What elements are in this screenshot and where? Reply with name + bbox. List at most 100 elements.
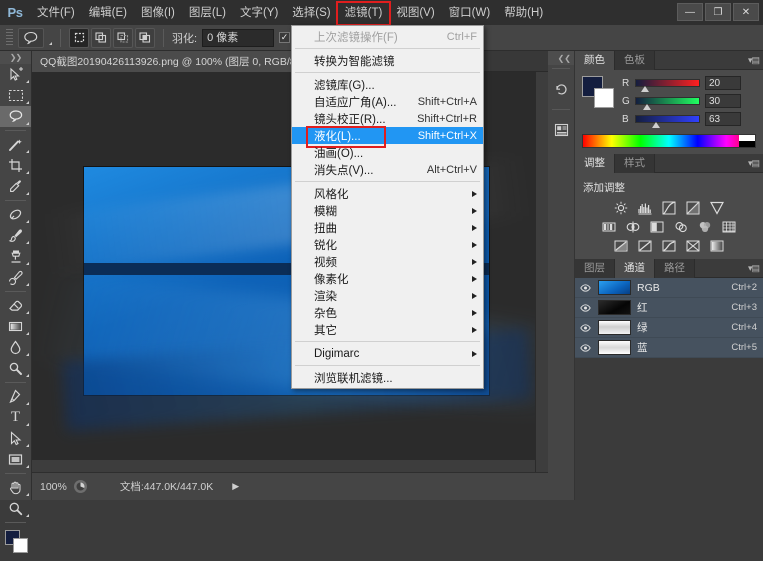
status-menu-arrow[interactable]: ▶	[232, 481, 239, 492]
tool-flyout-indicator[interactable]	[26, 353, 29, 356]
history-brush-tool[interactable]	[0, 267, 31, 288]
menu-2[interactable]: 图像(I)	[134, 2, 182, 24]
antialias-checkbox[interactable]: ✓	[279, 32, 290, 43]
filter-menu-item-2[interactable]: 转换为智能滤镜	[292, 52, 483, 69]
lasso-tool[interactable]	[0, 106, 31, 127]
filter-menu-item-16[interactable]: 像素化	[292, 270, 483, 287]
panel-menu-icon[interactable]: ▾▤	[748, 158, 759, 169]
add-to-selection-button[interactable]	[91, 28, 111, 48]
selective-color-icon[interactable]	[685, 238, 702, 253]
tool-flyout-indicator[interactable]	[26, 262, 29, 265]
blur-tool[interactable]	[0, 337, 31, 358]
channel-row[interactable]: RGBCtrl+2	[575, 278, 763, 298]
filter-menu-item-8[interactable]: 油画(O)...	[292, 144, 483, 161]
tool-flyout-indicator[interactable]	[26, 374, 29, 377]
type-tool[interactable]: T	[0, 407, 31, 428]
minimize-button[interactable]: —	[677, 3, 703, 21]
tool-flyout-indicator[interactable]	[26, 283, 29, 286]
panel-menu-icon[interactable]: ▾▤	[748, 263, 759, 274]
healing-brush-tool[interactable]	[0, 204, 31, 225]
path-selection-tool[interactable]	[0, 428, 31, 449]
eraser-tool[interactable]	[0, 295, 31, 316]
clone-stamp-tool[interactable]	[0, 246, 31, 267]
gradient-tool[interactable]	[0, 316, 31, 337]
filter-menu-item-21[interactable]: Digimarc	[292, 345, 483, 362]
color-value-B[interactable]: 63	[705, 112, 741, 126]
vibrance-icon[interactable]	[709, 200, 726, 215]
posterize-icon[interactable]	[637, 238, 654, 253]
menu-6[interactable]: 滤镜(T)	[338, 2, 390, 24]
close-button[interactable]: ✕	[733, 3, 759, 21]
color-lookup-icon[interactable]	[721, 219, 738, 234]
crop-tool[interactable]	[0, 155, 31, 176]
color-slider-G[interactable]	[635, 97, 700, 105]
marquee-tool[interactable]	[0, 85, 31, 106]
filter-menu-item-7[interactable]: 液化(L)...Shift+Ctrl+X	[292, 127, 483, 144]
tool-flyout-indicator[interactable]	[26, 402, 29, 405]
tool-flyout-indicator[interactable]	[26, 80, 29, 83]
channel-row[interactable]: 红Ctrl+3	[575, 298, 763, 318]
photo-filter-icon[interactable]	[673, 219, 690, 234]
maximize-button[interactable]: ❐	[705, 3, 731, 21]
filter-menu-item-23[interactable]: 浏览联机滤镜...	[292, 369, 483, 386]
filter-menu-item-18[interactable]: 杂色	[292, 304, 483, 321]
filter-menu-item-15[interactable]: 视频	[292, 253, 483, 270]
filter-menu-item-17[interactable]: 渲染	[292, 287, 483, 304]
shape-tool[interactable]	[0, 449, 31, 470]
brush-tool[interactable]	[0, 225, 31, 246]
hue-saturation-icon[interactable]	[601, 219, 618, 234]
properties-panel-icon[interactable]	[548, 113, 574, 147]
levels-icon[interactable]	[637, 200, 654, 215]
background-color-swatch[interactable]	[594, 88, 614, 108]
history-panel-icon[interactable]	[548, 72, 574, 106]
tool-flyout-indicator[interactable]	[26, 332, 29, 335]
filter-menu-item-0[interactable]: 上次滤镜操作(F)Ctrl+F	[292, 28, 483, 45]
tool-flyout-indicator[interactable]	[26, 465, 29, 468]
eye-icon[interactable]	[579, 304, 592, 312]
channel-row[interactable]: 蓝Ctrl+5	[575, 338, 763, 358]
zoom-tool[interactable]	[0, 498, 31, 519]
filter-menu-item-14[interactable]: 锐化	[292, 236, 483, 253]
filter-menu-item-4[interactable]: 滤镜库(G)...	[292, 76, 483, 93]
adjustments-panel-tab-0[interactable]: 调整	[575, 154, 615, 173]
filter-menu-item-6[interactable]: 镜头校正(R)...Shift+Ctrl+R	[292, 110, 483, 127]
filter-menu-item-12[interactable]: 模糊	[292, 202, 483, 219]
menu-7[interactable]: 视图(V)	[389, 2, 441, 24]
color-slider-thumb-B[interactable]	[652, 122, 660, 128]
menu-0[interactable]: 文件(F)	[30, 2, 82, 24]
invert-icon[interactable]	[613, 238, 630, 253]
eye-icon[interactable]	[579, 344, 592, 352]
menu-4[interactable]: 文字(Y)	[233, 2, 285, 24]
color-value-G[interactable]: 30	[705, 94, 741, 108]
channels-panel-tab-2[interactable]: 路径	[655, 259, 695, 278]
menu-8[interactable]: 窗口(W)	[442, 2, 498, 24]
eye-icon[interactable]	[579, 324, 592, 332]
menu-9[interactable]: 帮助(H)	[497, 2, 550, 24]
color-value-R[interactable]: 20	[705, 76, 741, 90]
curves-icon[interactable]	[661, 200, 678, 215]
color-spectrum-ramp[interactable]	[582, 134, 756, 148]
new-selection-button[interactable]	[69, 28, 89, 48]
tool-flyout-indicator[interactable]	[26, 150, 29, 153]
threshold-icon[interactable]	[661, 238, 678, 253]
color-slider-thumb-G[interactable]	[643, 104, 651, 110]
options-grip[interactable]	[6, 29, 13, 47]
canvas-horizontal-scrollbar[interactable]	[32, 459, 535, 472]
subtract-from-selection-button[interactable]	[113, 28, 133, 48]
color-panel-swatches[interactable]	[582, 76, 616, 108]
tool-flyout-indicator[interactable]	[26, 444, 29, 447]
color-panel-tab-1[interactable]: 色板	[615, 51, 655, 70]
tool-flyout-indicator[interactable]	[26, 423, 29, 426]
gradient-map-icon[interactable]	[709, 238, 726, 253]
tool-flyout-indicator[interactable]	[26, 171, 29, 174]
tool-flyout-indicator[interactable]	[26, 311, 29, 314]
channel-mixer-icon[interactable]	[697, 219, 714, 234]
tools-collapse-button[interactable]: ❯❯	[0, 51, 31, 64]
filter-menu-item-5[interactable]: 自适应广角(A)...Shift+Ctrl+A	[292, 93, 483, 110]
tool-preset-caret[interactable]	[49, 42, 52, 45]
color-slider-thumb-R[interactable]	[641, 86, 649, 92]
filter-menu-item-11[interactable]: 风格化	[292, 185, 483, 202]
color-slider-B[interactable]	[635, 115, 700, 123]
pen-tool[interactable]	[0, 386, 31, 407]
menu-3[interactable]: 图层(L)	[182, 2, 233, 24]
